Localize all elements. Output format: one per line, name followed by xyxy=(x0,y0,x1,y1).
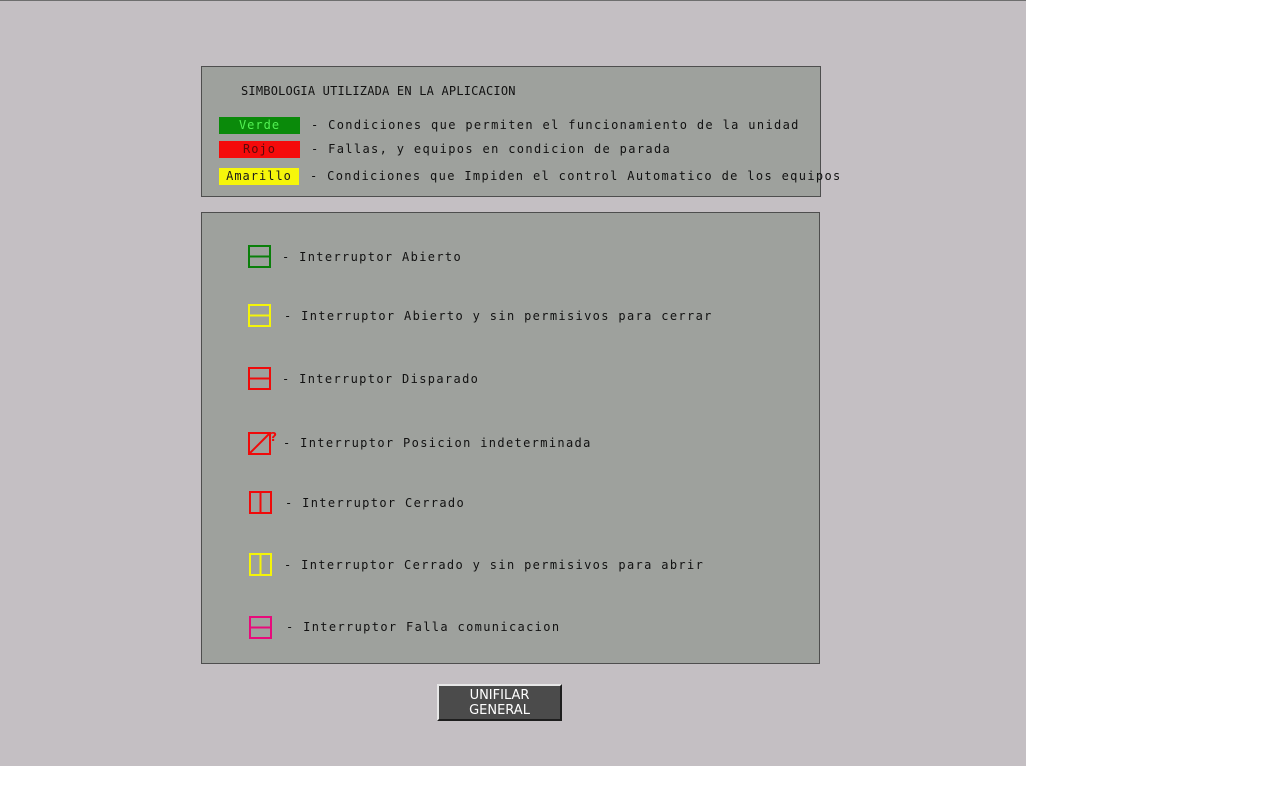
symbol-label-communication-fault: - Interruptor Falla comunicacion xyxy=(286,620,561,634)
legend-title: SIMBOLOGIA UTILIZADA EN LA APLICACION xyxy=(241,84,516,98)
yellow-description: - Condiciones que Impiden el control Aut… xyxy=(310,169,842,183)
symbol-label-indeterminate: - Interruptor Posicion indeterminada xyxy=(283,436,592,450)
breaker-closed-yellow-icon xyxy=(249,553,272,576)
symbol-label-closed-no-permissive: - Interruptor Cerrado y sin permisivos p… xyxy=(284,558,705,572)
symbol-label-open-no-permissive: - Interruptor Abierto y sin permisivos p… xyxy=(284,309,713,323)
symbol-row-open-no-permissive: - Interruptor Abierto y sin permisivos p… xyxy=(248,303,713,329)
color-legend-row-yellow: Amarillo - Condiciones que Impiden el co… xyxy=(219,167,842,185)
breaker-communication-fault-magenta-icon xyxy=(249,616,272,639)
breaker-symbol-panel: - Interruptor Abierto - Interruptor Abie… xyxy=(201,212,820,664)
application-window: SIMBOLOGIA UTILIZADA EN LA APLICACION Ve… xyxy=(0,0,1026,766)
symbol-row-indeterminate: ? - Interruptor Posicion indeterminada xyxy=(248,430,592,456)
symbol-label-closed: - Interruptor Cerrado xyxy=(285,496,466,510)
breaker-tripped-red-icon xyxy=(248,367,271,390)
symbol-row-tripped: - Interruptor Disparado xyxy=(248,366,479,392)
symbol-row-closed: - Interruptor Cerrado xyxy=(248,490,465,516)
yellow-swatch: Amarillo xyxy=(219,167,299,185)
symbol-label-tripped: - Interruptor Disparado xyxy=(282,372,480,386)
red-description: - Fallas, y equipos en condicion de para… xyxy=(311,142,672,156)
symbol-row-open: - Interruptor Abierto xyxy=(248,244,462,270)
color-legend-row-green: Verde - Condiciones que permiten el func… xyxy=(219,116,800,134)
color-legend-panel: SIMBOLOGIA UTILIZADA EN LA APLICACION Ve… xyxy=(201,66,840,197)
red-swatch: Rojo xyxy=(219,140,300,158)
breaker-closed-red-icon xyxy=(249,491,272,514)
unifilar-general-button[interactable]: UNIFILAR GENERAL xyxy=(437,684,562,721)
symbol-row-closed-no-permissive: - Interruptor Cerrado y sin permisivos p… xyxy=(248,552,704,578)
green-description: - Condiciones que permiten el funcionami… xyxy=(311,118,800,132)
breaker-indeterminate-red-icon: ? xyxy=(248,430,277,455)
symbol-row-communication-fault: - Interruptor Falla comunicacion xyxy=(248,614,560,640)
svg-text:?: ? xyxy=(270,430,277,444)
breaker-open-yellow-icon xyxy=(248,304,271,327)
button-label-line-2: GENERAL xyxy=(469,702,530,718)
color-legend-row-red: Rojo - Fallas, y equipos en condicion de… xyxy=(219,140,671,158)
symbol-label-open: - Interruptor Abierto xyxy=(282,250,463,264)
green-swatch: Verde xyxy=(219,116,300,134)
button-label-line-1: UNIFILAR xyxy=(469,687,530,703)
breaker-open-green-icon xyxy=(248,245,271,268)
